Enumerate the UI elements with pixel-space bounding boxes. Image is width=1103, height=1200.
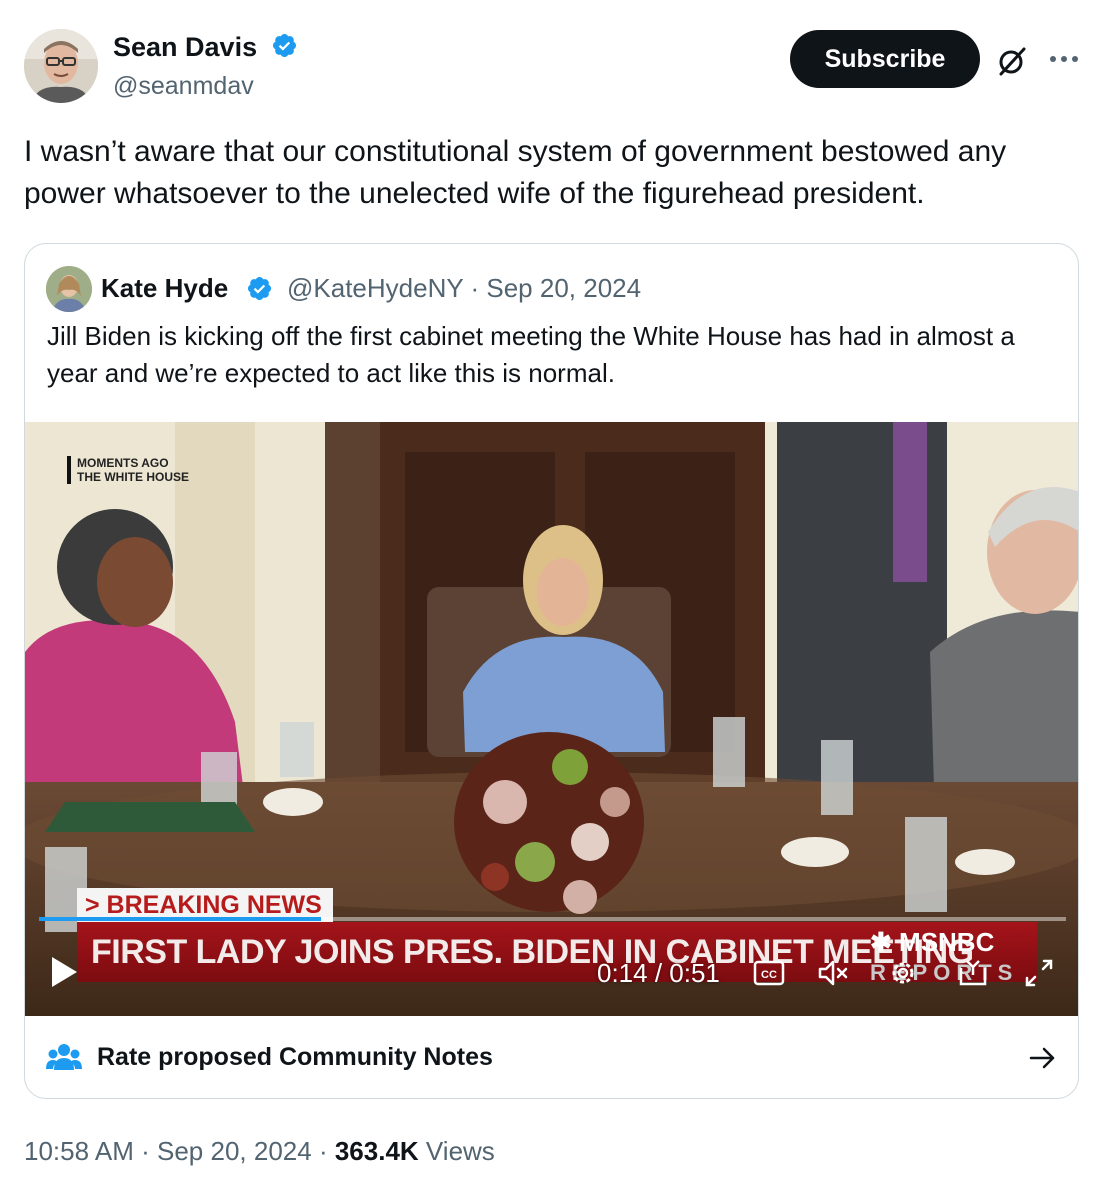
more-icon[interactable] [1046, 48, 1082, 70]
verified-badge-icon [272, 34, 296, 58]
quoted-author-name[interactable]: Kate Hyde [101, 271, 228, 305]
author-handle[interactable]: @seanmdav [113, 70, 254, 102]
community-notes-bar[interactable]: Rate proposed Community Notes [25, 1016, 1078, 1098]
post-time[interactable]: 10:58 AM [24, 1136, 134, 1166]
settings-icon[interactable] [887, 958, 919, 988]
video-time: 0:14 / 0:51 [597, 958, 720, 988]
quoted-post-card[interactable]: Kate Hyde @KateHydeNY · Sep 20, 2024 Jil… [24, 243, 1079, 1099]
video-location-bug: MOMENTS AGO THE WHITE HOUSE [67, 456, 189, 484]
mute-icon[interactable] [817, 958, 849, 988]
arrow-right-icon[interactable] [1028, 1044, 1056, 1072]
quoted-post-text: Jill Biden is kicking off the first cabi… [47, 321, 1015, 388]
network-logo: ✱ MSNBC [870, 927, 995, 957]
post-meta: 10:58 AM · Sep 20, 2024 · 363.4K Views [24, 1136, 495, 1166]
network-peacock-icon: ✱ [870, 927, 892, 957]
quoted-author-avatar[interactable] [46, 266, 92, 312]
quoted-handle-date[interactable]: @KateHydeNY · Sep 20, 2024 [287, 271, 641, 305]
views-count: 363.4K [334, 1136, 419, 1166]
grok-icon[interactable] [996, 45, 1028, 77]
subscribe-button[interactable]: Subscribe [790, 30, 980, 88]
views-label: Views [425, 1136, 495, 1166]
video-progress-bar[interactable] [39, 917, 1066, 921]
post-text: I wasn’t aware that our constitutional s… [24, 135, 1007, 210]
community-notes-label: Rate proposed Community Notes [97, 1043, 493, 1071]
captions-icon[interactable]: CC [753, 958, 785, 988]
author-name[interactable]: Sean Davis [113, 30, 298, 64]
verified-badge-icon [247, 276, 272, 301]
svg-text:CC: CC [761, 969, 777, 981]
pip-icon[interactable] [957, 958, 989, 988]
video-player[interactable]: MOMENTS AGO THE WHITE HOUSE > BREAKING N… [25, 422, 1078, 1016]
author-avatar[interactable] [24, 29, 98, 103]
community-notes-icon [46, 1044, 82, 1070]
play-icon[interactable] [49, 955, 79, 989]
fullscreen-icon[interactable] [1023, 958, 1055, 988]
post-date[interactable]: Sep 20, 2024 [157, 1136, 312, 1166]
video-progress-fill [39, 917, 322, 921]
